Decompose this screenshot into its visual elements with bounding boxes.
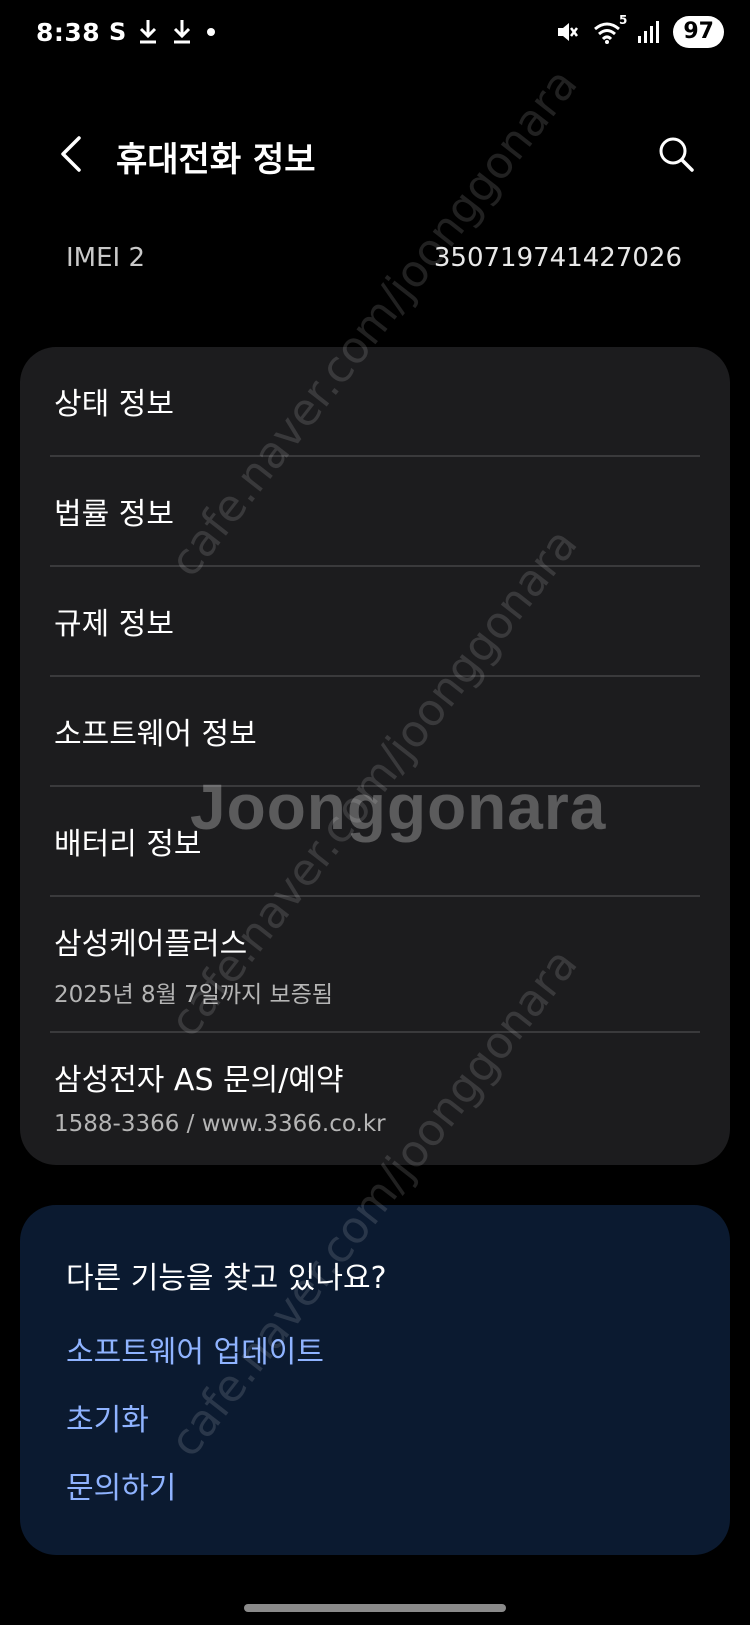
menu-item-subtext: 1588-3366 / www.3366.co.kr	[54, 1111, 386, 1137]
download-icon	[139, 20, 157, 44]
divider	[50, 895, 700, 897]
divider	[50, 1031, 700, 1033]
menu-item-label: 삼성전자 AS 문의/예약	[54, 1063, 344, 1098]
dot-icon	[207, 28, 215, 36]
battery-level: 97	[673, 16, 724, 48]
link-reset[interactable]: 초기화	[66, 1395, 149, 1439]
mute-icon	[558, 23, 579, 41]
menu-item-legal-info[interactable]: 법률 정보	[20, 457, 730, 565]
menu-item-label: 삼성케어플러스	[54, 927, 248, 962]
suggestion-title: 다른 기능을 찾고 있나요?	[66, 1261, 387, 1296]
signal-icon	[638, 21, 660, 43]
menu-item-subtext: 2025년 8월 7일까지 보증됨	[54, 982, 334, 1008]
menu-item-label: 상태 정보	[54, 387, 174, 422]
page-title: 휴대전화 정보	[116, 140, 316, 180]
notification-icons: S	[108, 16, 218, 46]
menu-item-label: 배터리 정보	[54, 827, 202, 862]
s-pay-icon: S	[109, 18, 126, 46]
search-button[interactable]	[652, 130, 700, 178]
menu-item-label: 소프트웨어 정보	[54, 717, 257, 752]
status-time: 8:38	[36, 18, 101, 47]
menu-item-label: 규제 정보	[54, 607, 174, 642]
download-icon	[173, 20, 191, 44]
chevron-left-icon	[61, 136, 81, 172]
suggestion-card: 다른 기능을 찾고 있나요? 소프트웨어 업데이트 초기화 문의하기	[20, 1205, 730, 1555]
wifi-icon: 5	[593, 13, 627, 45]
imei-value: 350719741427026	[433, 243, 682, 273]
menu-item-regulatory-info[interactable]: 규제 정보	[20, 567, 730, 675]
link-software-update[interactable]: 소프트웨어 업데이트	[66, 1327, 324, 1371]
menu-item-samsung-care-plus[interactable]: 삼성케어플러스 2025년 8월 7일까지 보증됨	[20, 919, 730, 1029]
svg-text:S: S	[109, 18, 126, 46]
search-icon	[659, 137, 694, 172]
menu-item-software-info[interactable]: 소프트웨어 정보	[20, 677, 730, 785]
status-bar: 8:38 S 5 97	[0, 0, 750, 72]
imei-row: IMEI 2 350719741427026	[66, 238, 682, 278]
menu-item-label: 법률 정보	[54, 497, 174, 532]
menu-item-status-info[interactable]: 상태 정보	[20, 347, 730, 455]
link-contact-us[interactable]: 문의하기	[66, 1463, 176, 1507]
info-menu-card: 상태 정보 법률 정보 규제 정보 소프트웨어 정보 배터리 정보 삼성케어플러…	[20, 347, 730, 1165]
imei-label: IMEI 2	[66, 243, 146, 273]
menu-item-battery-info[interactable]: 배터리 정보	[20, 787, 730, 895]
menu-item-as-service[interactable]: 삼성전자 AS 문의/예약 1588-3366 / www.3366.co.kr	[20, 1055, 730, 1165]
system-icons: 5 97	[555, 13, 724, 48]
back-button[interactable]	[48, 130, 96, 178]
home-indicator[interactable]	[244, 1604, 506, 1612]
app-header: 휴대전화 정보	[0, 110, 750, 196]
wifi-badge: 5	[619, 13, 628, 27]
